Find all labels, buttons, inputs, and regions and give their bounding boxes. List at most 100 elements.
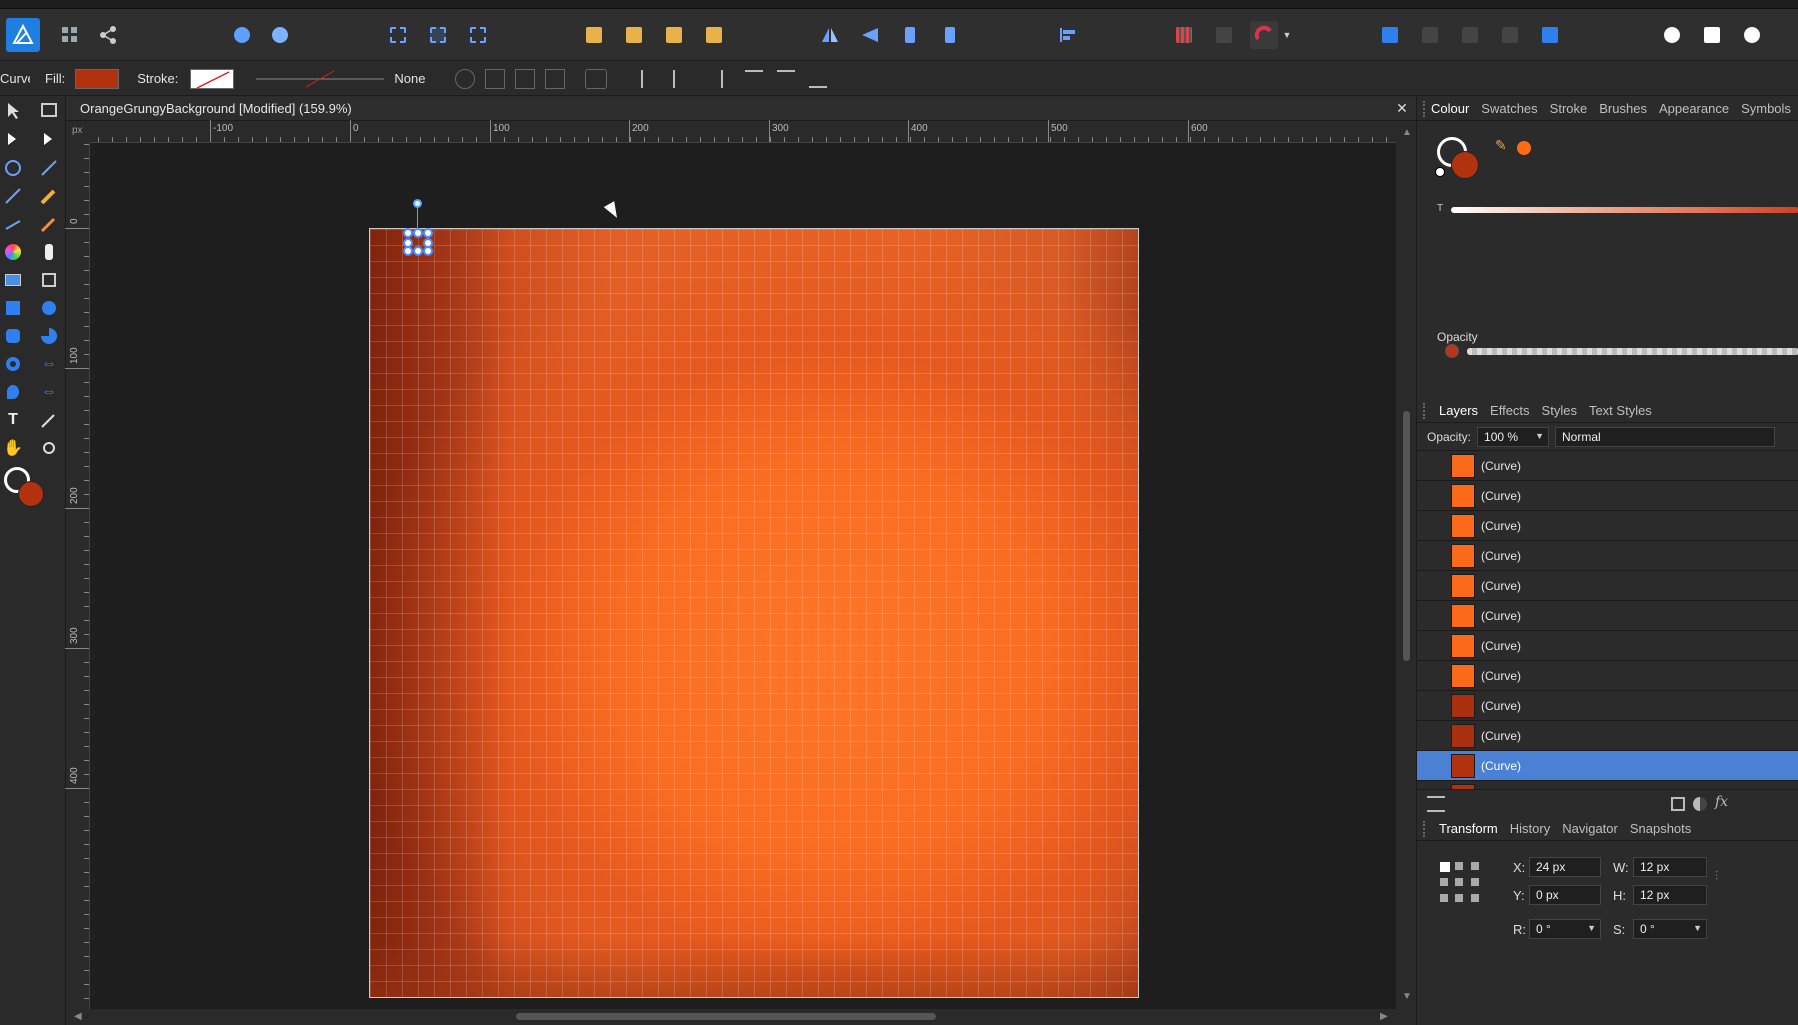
insert-top-icon[interactable] <box>1738 21 1766 49</box>
place-image-tool-icon[interactable] <box>0 267 26 293</box>
selection-handle[interactable] <box>403 228 413 238</box>
app-logo-icon[interactable] <box>6 18 40 52</box>
mask-layer-icon[interactable] <box>1671 797 1685 811</box>
double-arrow-tool-icon[interactable]: ⇔ <box>36 351 62 377</box>
adjustment-layer-icon[interactable] <box>1693 797 1707 811</box>
origin-icon[interactable] <box>455 68 476 89</box>
node-tool-icon[interactable] <box>0 127 26 153</box>
y-input[interactable]: 0 px <box>1529 885 1601 905</box>
canvas[interactable] <box>90 143 1396 1009</box>
tab-brushes[interactable]: Brushes <box>1599 101 1647 116</box>
color-picker-tool-icon[interactable] <box>36 407 62 433</box>
layer-row[interactable]: (Curve) <box>1417 601 1798 631</box>
bbox-icon[interactable] <box>485 68 506 89</box>
fill-swatch[interactable] <box>75 68 120 89</box>
align-left-icon[interactable] <box>641 69 659 88</box>
snapping-grid-icon[interactable] <box>1170 21 1198 49</box>
contour-tool-icon[interactable] <box>0 155 26 181</box>
subtract-boolean-icon[interactable] <box>1416 21 1444 49</box>
scroll-down-icon[interactable]: ▼ <box>1402 991 1412 1002</box>
panel-grip-icon[interactable] <box>1423 100 1425 117</box>
layer-opacity-select[interactable]: 100 % ▼ <box>1477 426 1550 447</box>
scroll-right-icon[interactable]: ▶ <box>1380 1011 1388 1022</box>
zoom-tool-icon[interactable] <box>36 435 62 461</box>
colour-fill-stroke-swatch[interactable] <box>1435 137 1483 183</box>
flip-vertical-icon[interactable] <box>856 21 884 49</box>
rotation-handle[interactable] <box>413 199 422 208</box>
align-bottom-icon[interactable] <box>809 70 828 88</box>
xor-boolean-icon[interactable] <box>1496 21 1524 49</box>
tab-transform[interactable]: Transform <box>1439 821 1498 836</box>
layers-stack-icon[interactable] <box>1427 796 1445 812</box>
move-back-one-icon[interactable] <box>620 21 648 49</box>
align-top-icon[interactable] <box>745 69 764 88</box>
orange-grungy-artwork[interactable] <box>369 228 1139 998</box>
donut-tool-icon[interactable] <box>0 351 26 377</box>
move-forward-one-icon[interactable] <box>660 21 688 49</box>
layer-row[interactable]: (Curve) <box>1417 511 1798 541</box>
transparency-tool-icon[interactable] <box>36 239 62 265</box>
tab-effects[interactable]: Effects <box>1490 403 1530 418</box>
transform-mode-icon[interactable] <box>585 68 608 89</box>
view-tool-icon[interactable]: ✋ <box>0 435 26 461</box>
paint-brush-tool-icon[interactable] <box>36 211 62 237</box>
tab-navigator[interactable]: Navigator <box>1562 821 1618 836</box>
stroke-width-slider[interactable] <box>256 69 385 89</box>
selection-handle[interactable] <box>403 246 413 256</box>
vector-brush-tool-icon[interactable] <box>0 211 26 237</box>
tab-text-styles[interactable]: Text Styles <box>1589 403 1652 418</box>
rotate-left-icon[interactable] <box>896 21 924 49</box>
x-input[interactable]: 24 px <box>1529 857 1601 877</box>
layer-row[interactable]: (Curve) <box>1417 721 1798 751</box>
shear-input[interactable]: 0 ° ▼ <box>1633 919 1707 939</box>
divide-boolean-icon[interactable] <box>1536 21 1564 49</box>
snapping-dropdown-icon[interactable]: ▼ <box>1280 21 1294 49</box>
add-boolean-icon[interactable] <box>1376 21 1404 49</box>
invert-selection-icon[interactable] <box>464 21 492 49</box>
panel-grip-icon[interactable] <box>1423 402 1433 419</box>
anchor-selector[interactable] <box>1437 859 1483 905</box>
recent-colour-swatch[interactable] <box>1517 141 1531 155</box>
tab-history[interactable]: History <box>1510 821 1550 836</box>
pencil-tool-icon[interactable] <box>36 183 62 209</box>
move-to-back-icon[interactable] <box>580 21 608 49</box>
h-input[interactable]: 12 px <box>1633 885 1707 905</box>
ellipse-tool-icon[interactable] <box>36 295 62 321</box>
arrow-tool-icon[interactable]: ⇔ <box>36 379 62 405</box>
rounded-rectangle-tool-icon[interactable] <box>0 323 26 349</box>
tab-appearance[interactable]: Appearance <box>1659 101 1729 116</box>
layer-row[interactable]: (Curve) <box>1417 691 1798 721</box>
intersect-boolean-icon[interactable] <box>1456 21 1484 49</box>
tab-layers[interactable]: Layers <box>1439 403 1478 418</box>
align-icon[interactable] <box>1054 21 1082 49</box>
insert-inside-icon[interactable] <box>1658 21 1686 49</box>
layer-row[interactable]: (Curve) <box>1417 571 1798 601</box>
point-transform-tool-icon[interactable] <box>36 127 62 153</box>
selection-handle[interactable] <box>413 228 423 238</box>
align-right-icon[interactable] <box>705 69 724 88</box>
layer-row[interactable]: (Curve) <box>1417 451 1798 481</box>
horizontal-scrollbar[interactable]: ◀ ▶ <box>66 1009 1396 1025</box>
layer-row[interactable]: (Curve) <box>1417 661 1798 691</box>
selection-handle[interactable] <box>413 246 423 256</box>
opacity-slider[interactable] <box>1467 348 1798 355</box>
tint-slider[interactable] <box>1451 207 1798 213</box>
assistant-icon[interactable] <box>228 21 256 49</box>
fill-stroke-swatch[interactable] <box>4 467 44 507</box>
layer-row[interactable]: (Curve) <box>1417 751 1798 781</box>
artboard-tool-icon[interactable] <box>36 97 62 123</box>
eyedropper-icon[interactable]: ✎ <box>1495 137 1513 155</box>
close-document-icon[interactable]: ✕ <box>1394 100 1410 116</box>
scroll-up-icon[interactable]: ▲ <box>1402 127 1412 138</box>
fx-icon[interactable]: fx <box>1715 794 1728 810</box>
crop-tool-icon[interactable] <box>36 267 62 293</box>
tab-styles[interactable]: Styles <box>1542 403 1577 418</box>
tab-stroke[interactable]: Stroke <box>1550 101 1588 116</box>
snapping-options-icon[interactable] <box>1210 21 1238 49</box>
horizontal-scroll-thumb[interactable] <box>516 1013 936 1020</box>
link-dimensions-icon[interactable]: ⫶ <box>1715 869 1718 884</box>
w-input[interactable]: 12 px <box>1633 857 1707 877</box>
assistant-settings-icon[interactable] <box>266 21 294 49</box>
tab-colour[interactable]: Colour <box>1431 101 1469 116</box>
tab-symbols[interactable]: Symbols <box>1741 101 1791 116</box>
